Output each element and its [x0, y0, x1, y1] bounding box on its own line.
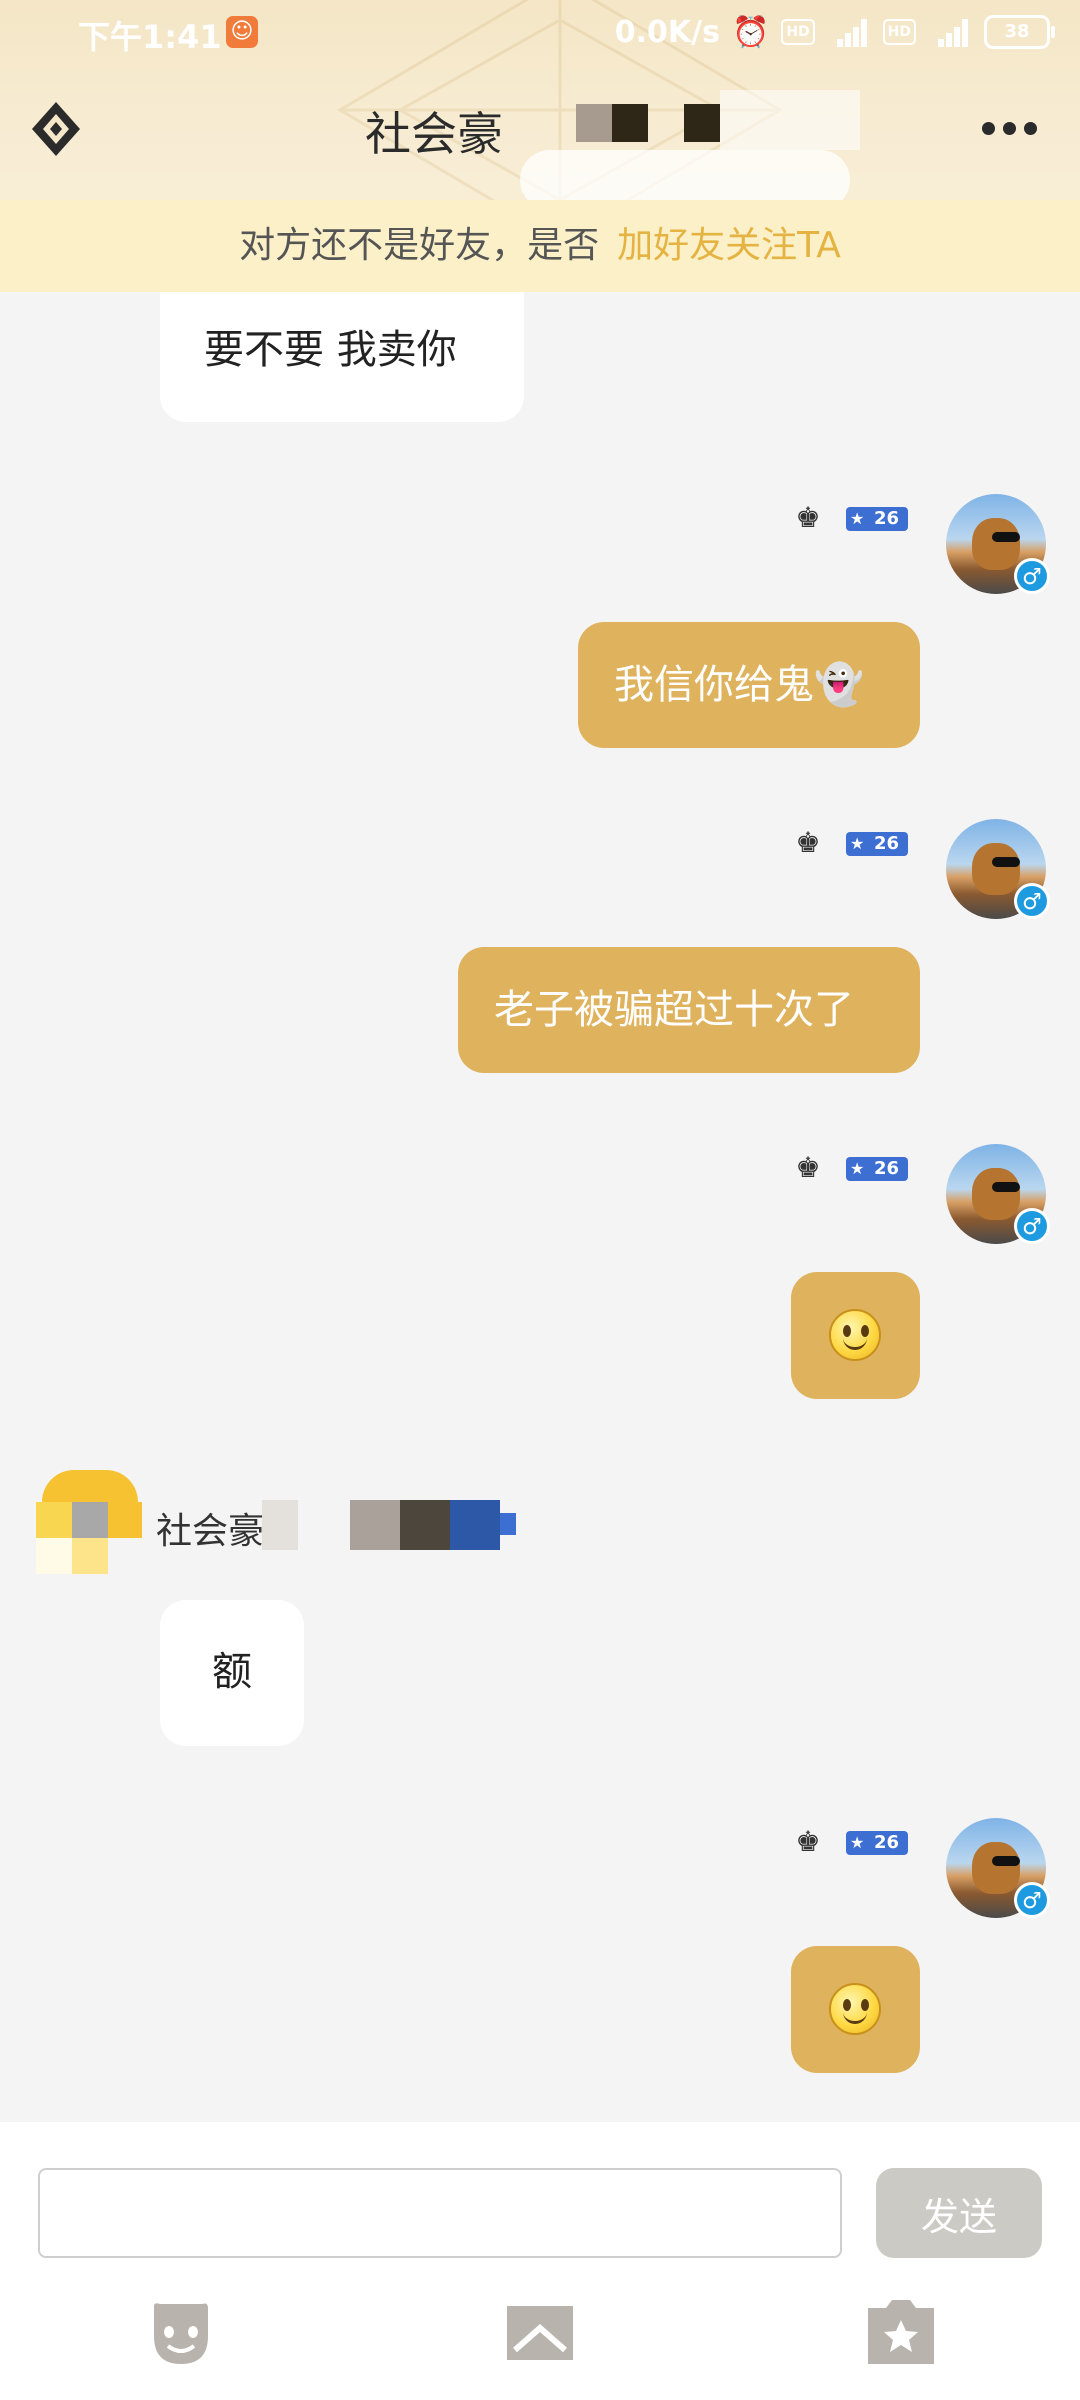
male-icon: ♂: [1014, 1208, 1050, 1244]
avatar-glasses: [992, 532, 1020, 542]
message-text: 老子被骗超过十次了: [494, 987, 854, 1033]
message-bubble-incoming[interactable]: 额: [160, 1600, 304, 1746]
app-notification-icon: ☺: [226, 16, 258, 48]
chat-title: 社会豪: [365, 107, 503, 161]
redacted-mosaic: [350, 1500, 400, 1550]
male-icon: ♂: [1014, 883, 1050, 919]
redacted-mosaic: [400, 1500, 450, 1550]
status-time: 下午1:41: [78, 18, 222, 56]
sender-name: 社会豪: [156, 1511, 265, 1552]
message-bubble-outgoing[interactable]: 我信你给鬼👻: [578, 622, 920, 748]
male-icon: ♂: [1014, 1882, 1050, 1918]
message-bubble-outgoing[interactable]: 老子被骗超过十次了: [458, 947, 920, 1073]
avatar-dog: [972, 1168, 1020, 1220]
avatar[interactable]: ♂: [946, 1818, 1050, 1918]
redacted-mosaic: [450, 1500, 500, 1550]
signal-icon: [928, 17, 972, 47]
crown-icon: ♚: [795, 1825, 821, 1858]
message-text: 要不要 我卖你: [204, 327, 457, 373]
input-bar: 发送: [0, 2122, 1080, 2400]
message-text: 额: [212, 1649, 252, 1695]
avatar-glasses: [992, 1182, 1020, 1192]
hd-icon: HD: [882, 19, 916, 45]
redacted-mosaic: [612, 104, 648, 142]
level-badge: 26: [846, 1157, 908, 1181]
avatar[interactable]: ♂: [946, 494, 1050, 594]
level-badge: 26: [846, 1831, 908, 1855]
redacted-mosaic: [500, 1513, 516, 1535]
smile-icon: [829, 1309, 881, 1361]
image-icon[interactable]: [505, 2298, 575, 2368]
avatar-glasses: [992, 1856, 1020, 1866]
redacted-mosaic: [684, 104, 720, 142]
status-indicators: 0.0K/s ⏰ HD HD 38: [614, 12, 1055, 52]
avatar[interactable]: ♂: [946, 819, 1050, 919]
redacted-mosaic: [520, 150, 850, 200]
message-bubble-outgoing[interactable]: [791, 1946, 920, 2073]
crown-icon: ♚: [795, 826, 821, 859]
avatar[interactable]: ♂: [946, 1144, 1050, 1244]
gift-icon[interactable]: [866, 2298, 936, 2368]
level-badge: 26: [846, 832, 908, 856]
send-button[interactable]: 发送: [876, 2168, 1042, 2258]
face-icon[interactable]: [146, 2298, 216, 2368]
banner-text: 对方还不是好友，是否: [239, 225, 600, 266]
add-friend-link[interactable]: 加好友关注TA: [617, 225, 841, 266]
redacted-mosaic: [576, 104, 612, 142]
status-bar: 下午1:41 ☺ 0.0K/s ⏰ HD HD 38: [0, 0, 1080, 66]
back-icon[interactable]: [30, 100, 82, 158]
network-speed: 0.0K/s: [614, 14, 720, 50]
more-options-icon[interactable]: [982, 122, 1037, 135]
level-badge: 26: [846, 507, 908, 531]
battery-icon: 38: [984, 15, 1055, 49]
male-icon: ♂: [1014, 558, 1050, 594]
redacted-mosaic: [720, 90, 860, 150]
sender-avatar[interactable]: [36, 1470, 142, 1586]
banner-overlay: 对方还不是好友，是否 加好友关注TA: [0, 200, 1080, 292]
avatar-dog: [972, 1842, 1020, 1894]
chat-header: 下午1:41 ☺ 0.0K/s ⏰ HD HD 38 社会豪: [0, 0, 1080, 200]
smile-icon: [829, 1983, 881, 2035]
avatar-dog: [972, 843, 1020, 895]
crown-icon: ♚: [795, 1151, 821, 1184]
alarm-icon: ⏰: [731, 14, 770, 50]
avatar-glasses: [992, 857, 1020, 867]
signal-icon: [827, 17, 871, 47]
message-input[interactable]: [38, 2168, 842, 2258]
crown-icon: ♚: [795, 501, 821, 534]
avatar-mosaic: [36, 1470, 142, 1586]
message-text: 我信你给鬼👻: [614, 662, 864, 708]
avatar-dog: [972, 518, 1020, 570]
message-bubble-outgoing[interactable]: [791, 1272, 920, 1399]
redacted-mosaic: [262, 1500, 298, 1550]
hd-icon: HD: [781, 19, 815, 45]
